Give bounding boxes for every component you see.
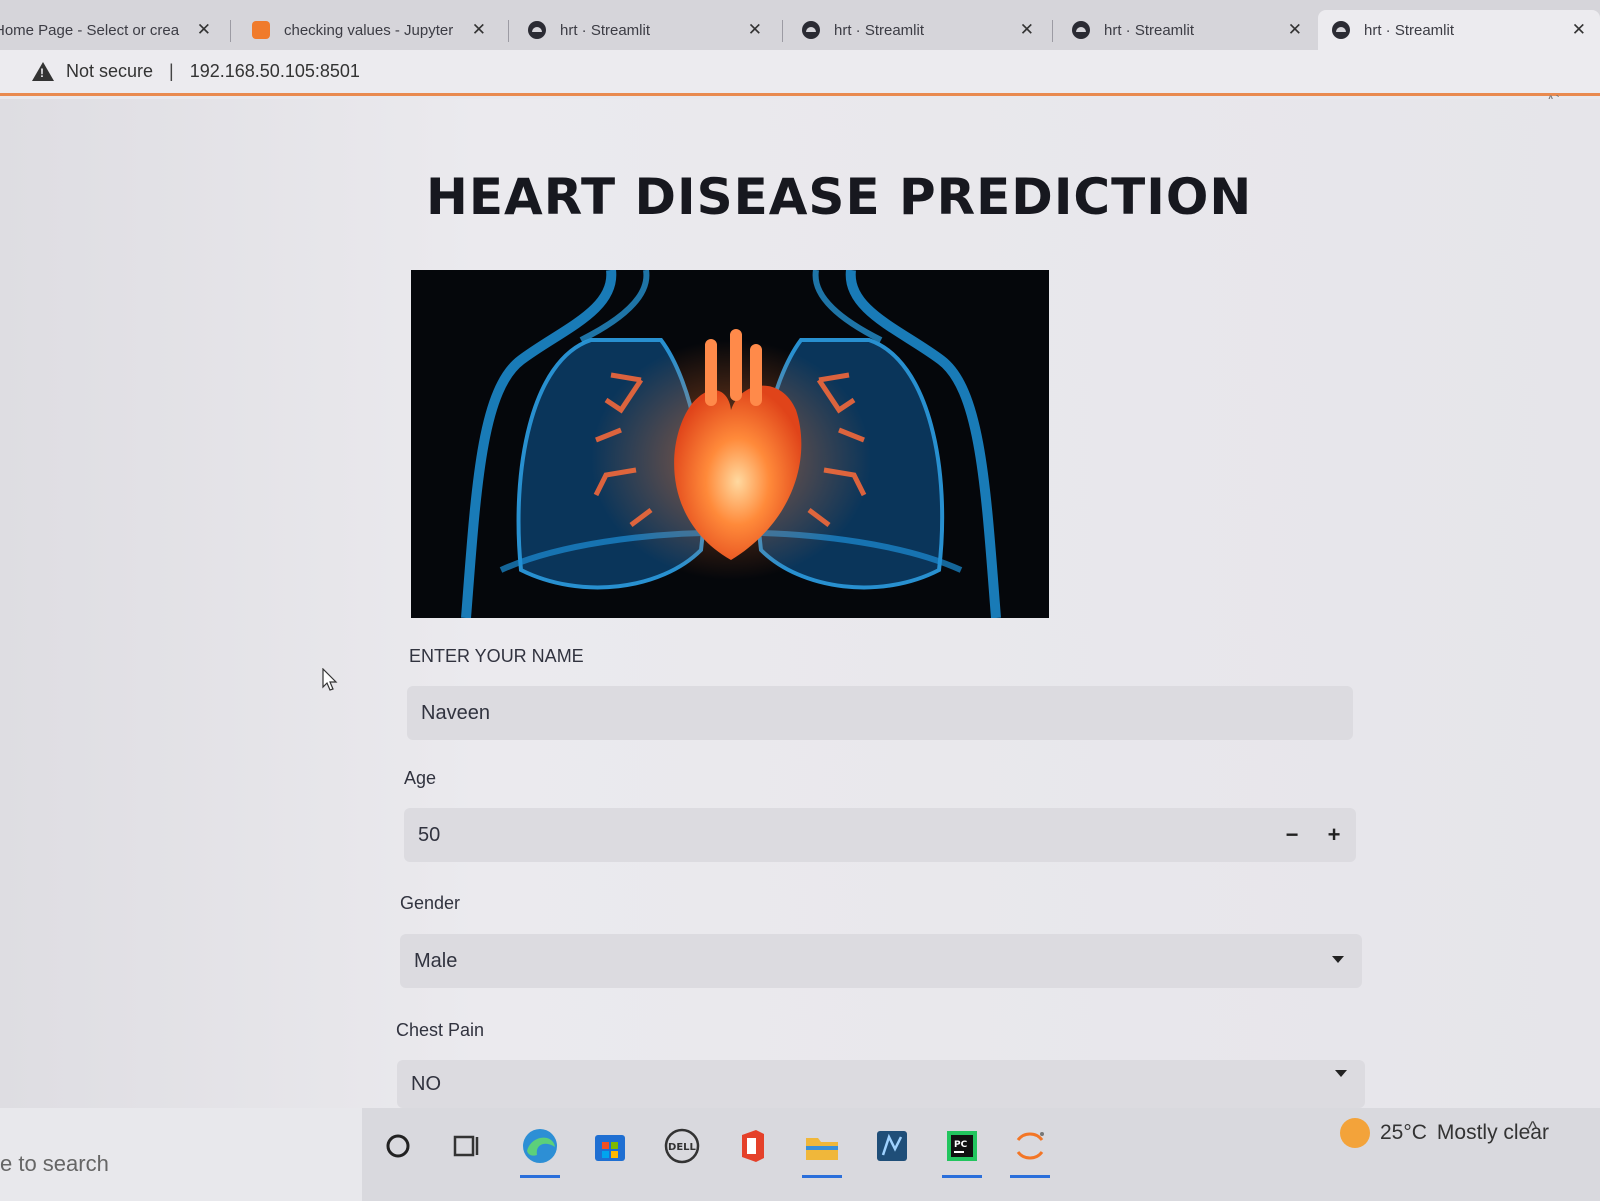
office-icon[interactable] [730, 1124, 774, 1168]
tab-separator [230, 20, 231, 42]
chest-pain-select[interactable]: NO [397, 1060, 1365, 1108]
url-text[interactable]: 192.168.50.105:8501 [190, 61, 360, 82]
store-icon[interactable] [588, 1124, 632, 1168]
gender-select[interactable]: Male [400, 934, 1362, 988]
taskbar: e to search DELL PC 25°C Mostly clear ^ [0, 1108, 1600, 1201]
chevron-down-icon [1335, 1070, 1347, 1077]
weather-icon [1340, 1118, 1370, 1148]
security-status[interactable]: Not secure [66, 61, 153, 82]
close-tab-icon[interactable]: ✕ [1572, 20, 1586, 40]
chest-pain-value: NO [411, 1072, 441, 1095]
address-divider: | [169, 61, 174, 81]
weather-temp: 25°C [1380, 1121, 1427, 1144]
name-input[interactable]: Naveen [407, 686, 1353, 740]
edge-icon[interactable] [518, 1124, 562, 1178]
address-bar[interactable]: Not secure | 192.168.50.105:8501 [0, 50, 1600, 96]
tab-home-page[interactable]: Home Page - Select or crea ✕ [0, 10, 225, 50]
close-tab-icon[interactable]: ✕ [472, 20, 486, 40]
chest-pain-label: Chest Pain [396, 1020, 485, 1040]
name-value: Naveen [421, 701, 490, 724]
streamlit-icon [802, 21, 820, 39]
svg-text:PC: PC [954, 1140, 968, 1150]
tab-strip: Home Page - Select or crea ✕ checking va… [0, 0, 1600, 52]
chevron-down-icon [1332, 956, 1344, 963]
tab-hrt-streamlit-active[interactable]: hrt · Streamlit ✕ [1318, 10, 1600, 50]
jupyter-icon[interactable] [1008, 1124, 1052, 1178]
tab-separator [782, 20, 783, 42]
streamlit-icon [1332, 21, 1350, 39]
close-tab-icon[interactable]: ✕ [1288, 20, 1302, 40]
tab-hrt-streamlit-1[interactable]: hrt · Streamlit ✕ [514, 10, 776, 50]
close-tab-icon[interactable]: ✕ [1020, 20, 1034, 40]
tab-hrt-streamlit-3[interactable]: hrt · Streamlit ✕ [1058, 10, 1316, 50]
heart-lungs-xray-illustration [411, 270, 1049, 618]
tab-separator [508, 20, 509, 42]
name-label: ENTER YOUR NAME [409, 646, 584, 666]
warning-icon [32, 62, 54, 81]
task-view-icon[interactable] [444, 1124, 488, 1168]
close-tab-icon[interactable]: ✕ [748, 20, 762, 40]
streamlit-icon [1072, 21, 1090, 39]
tab-checking-values[interactable]: checking values - Jupyter N ✕ [238, 10, 500, 50]
weather-widget[interactable]: 25°C Mostly clear [1340, 1118, 1549, 1148]
gender-label: Gender [400, 893, 461, 913]
jupyter-icon [252, 21, 270, 39]
tab-hrt-streamlit-2[interactable]: hrt · Streamlit ✕ [788, 10, 1048, 50]
tab-title: hrt · Streamlit [1364, 21, 1455, 39]
age-value: 50 [418, 823, 441, 846]
age-increment-button[interactable]: + [1314, 808, 1354, 862]
system-tray-chevron-icon[interactable]: ^ [1528, 1118, 1537, 1141]
active-indicator [520, 1175, 560, 1178]
heart-lungs-image [411, 270, 1049, 618]
streamlit-icon [528, 21, 546, 39]
cortana-icon[interactable] [376, 1124, 420, 1168]
search-placeholder: e to search [0, 1150, 109, 1176]
tab-separator [1052, 20, 1053, 42]
tab-title: hrt · Streamlit [560, 21, 651, 39]
tab-title: checking values - Jupyter N [284, 21, 458, 39]
file-explorer-icon[interactable] [800, 1124, 844, 1178]
active-indicator [802, 1175, 842, 1178]
tab-title: hrt · Streamlit [834, 21, 925, 39]
gender-value: Male [414, 949, 458, 972]
active-indicator [942, 1175, 982, 1178]
close-tab-icon[interactable]: ✕ [197, 20, 211, 40]
anaconda-navigator-icon[interactable] [870, 1124, 914, 1168]
dell-icon[interactable]: DELL [660, 1124, 704, 1168]
svg-text:DELL: DELL [668, 1142, 697, 1153]
taskbar-search[interactable]: e to search [0, 1108, 362, 1201]
age-label: Age [404, 768, 437, 788]
pycharm-icon[interactable]: PC [940, 1124, 984, 1178]
tab-title: Home Page - Select or crea [0, 21, 180, 39]
age-number-input[interactable]: 50 − + [404, 808, 1356, 862]
active-indicator [1010, 1175, 1050, 1178]
age-decrement-button[interactable]: − [1272, 808, 1312, 862]
tab-title: hrt · Streamlit [1104, 21, 1195, 39]
page-title: HEART DISEASE PREDICTION [426, 168, 1253, 226]
